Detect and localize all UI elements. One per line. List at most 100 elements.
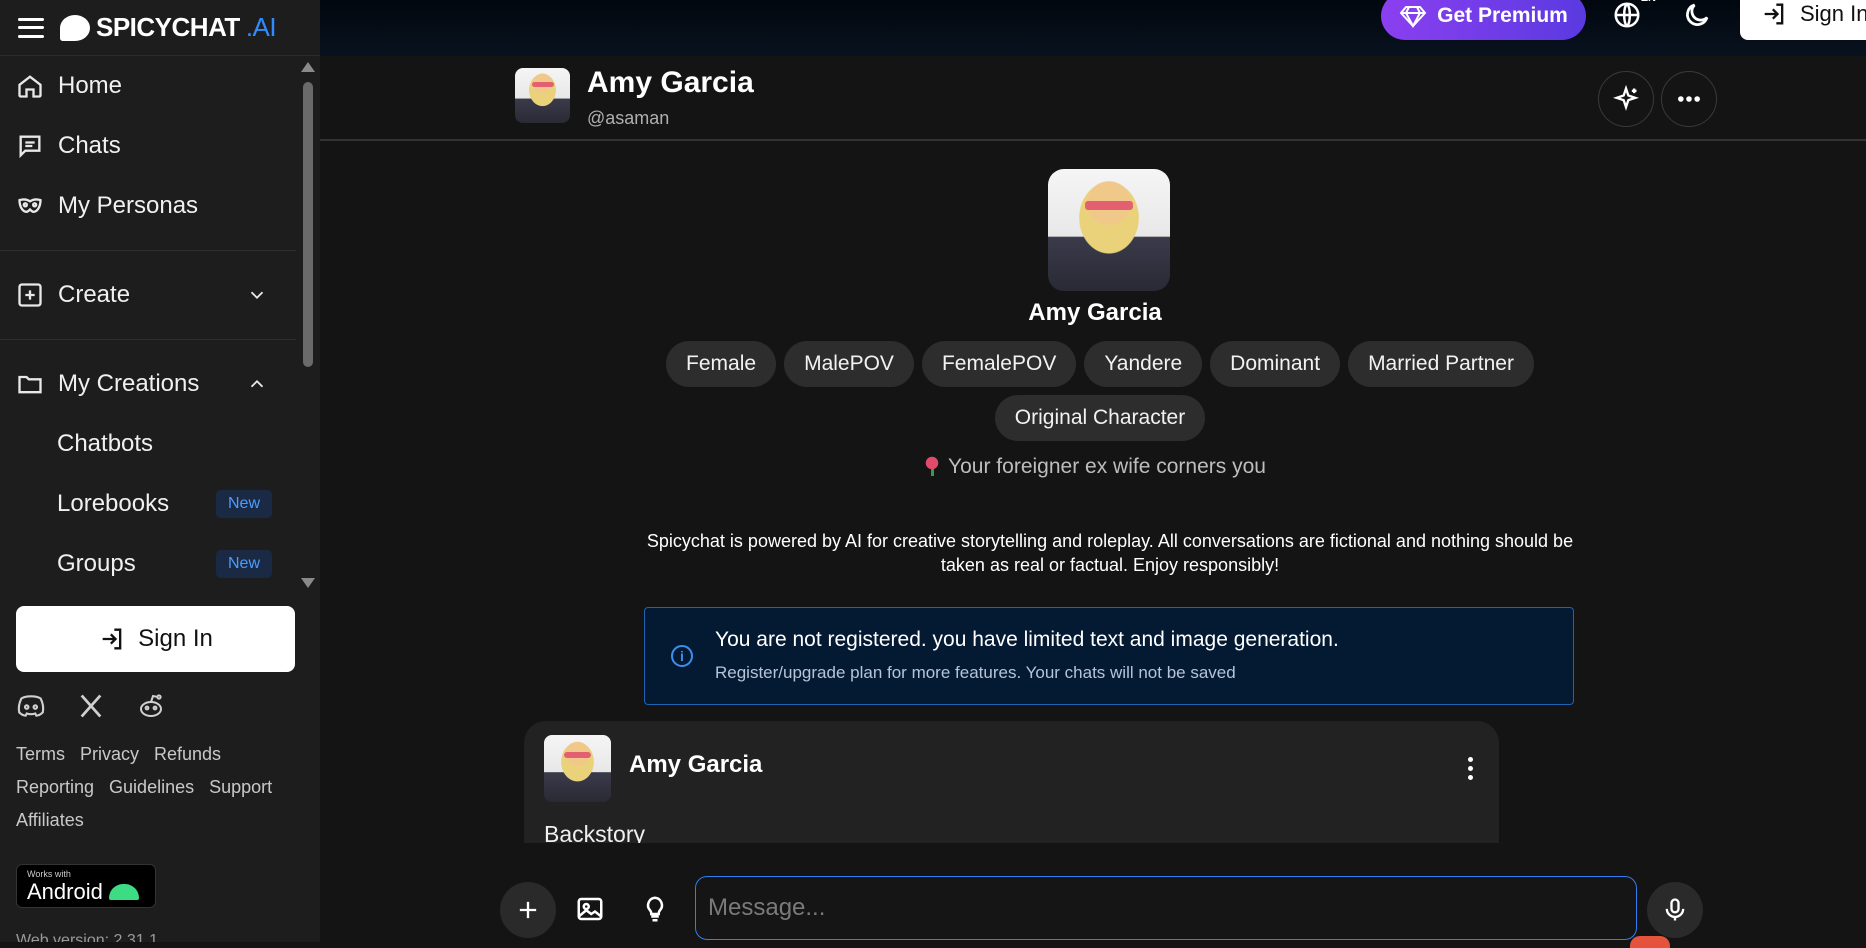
- diamond-icon: [1399, 6, 1427, 29]
- chevron-up-icon[interactable]: [246, 373, 268, 395]
- social-links: [16, 692, 166, 720]
- language-code: EN: [1641, 0, 1656, 4]
- mask-icon: [18, 198, 42, 214]
- creator-handle[interactable]: @asaman: [587, 108, 669, 129]
- footer-link-reporting[interactable]: Reporting: [16, 777, 94, 798]
- chat-main: Amy Garcia Female MalePOV FemalePOV Yand…: [320, 143, 1866, 843]
- notice-title: You are not registered. you have limited…: [715, 628, 1339, 651]
- sign-in-label: Sign In: [138, 625, 213, 652]
- footer-link-affiliates[interactable]: Affiliates: [16, 810, 84, 831]
- sidebar-item-chatbots[interactable]: Chatbots: [0, 414, 296, 474]
- image-button[interactable]: [575, 894, 605, 929]
- get-premium-button[interactable]: Get Premium: [1381, 0, 1586, 40]
- plus-icon: [519, 901, 537, 919]
- sidebar-item-lorebooks[interactable]: Lorebooks New: [0, 474, 296, 534]
- message-card: Amy Garcia Backstory: [524, 721, 1499, 843]
- menu-icon[interactable]: [18, 17, 44, 38]
- bot-avatar[interactable]: [515, 68, 570, 123]
- footer-link-refunds[interactable]: Refunds: [154, 744, 221, 765]
- tag-list: Female MalePOV FemalePOV Yandere Dominan…: [660, 341, 1540, 441]
- scroll-up-arrow[interactable]: [301, 62, 315, 72]
- tag-chip[interactable]: MalePOV: [784, 341, 914, 387]
- sidebar-item-label: Home: [58, 72, 123, 99]
- sidebar-item-home[interactable]: Home: [0, 56, 296, 116]
- message-portrait-image: [544, 735, 611, 802]
- sign-in-label: Sign In: [1800, 1, 1866, 26]
- sidebar-item-label: Chats: [58, 132, 121, 159]
- topbar-sign-in-button[interactable]: Sign In: [1740, 0, 1866, 40]
- language-button[interactable]: EN: [1612, 0, 1656, 34]
- x-icon[interactable]: [76, 692, 106, 720]
- sidebar: SPICYCHAT .AI Home Chats My Personas Crea…: [0, 0, 320, 942]
- discord-icon[interactable]: [16, 692, 46, 720]
- microphone-icon: [1665, 898, 1685, 921]
- sign-in-icon: [102, 628, 122, 650]
- sidebar-scroll-area: Home Chats My Personas Create My Creatio…: [0, 56, 296, 590]
- message-sender-name: Amy Garcia: [629, 751, 763, 778]
- scroll-down-arrow[interactable]: [301, 578, 315, 588]
- sparkle-button[interactable]: [1598, 71, 1654, 127]
- sidebar-item-label: My Creations: [58, 370, 200, 397]
- tag-chip[interactable]: Dominant: [1210, 341, 1341, 387]
- lightbulb-icon: [646, 896, 664, 922]
- tag-chip[interactable]: Married Partner: [1348, 341, 1534, 387]
- voice-button[interactable]: [1647, 882, 1703, 938]
- tag-chip[interactable]: FemalePOV: [921, 341, 1077, 387]
- tag-chip[interactable]: Original Character: [994, 395, 1206, 441]
- tagline-text: Your foreigner ex wife corners you: [948, 455, 1266, 478]
- footer-link-support[interactable]: Support: [209, 777, 272, 798]
- android-badge[interactable]: Works with Android: [16, 864, 156, 908]
- footer-link-terms[interactable]: Terms: [16, 744, 65, 765]
- sidebar-item-my-personas[interactable]: My Personas: [0, 176, 296, 236]
- sidebar-item-label: My Personas: [58, 192, 199, 219]
- chat-icon: [19, 135, 41, 159]
- new-badge: New: [215, 550, 272, 578]
- android-badge-text: Android: [27, 879, 103, 904]
- sidebar-item-label: Groups: [57, 550, 136, 577]
- registration-notice: i You are not registered. you have limit…: [644, 607, 1574, 705]
- bot-portrait-image: [515, 68, 570, 123]
- bot-name[interactable]: Amy Garcia: [587, 66, 754, 100]
- chevron-down-icon[interactable]: [246, 284, 268, 306]
- android-badge-small-text: Works with: [27, 869, 71, 879]
- sidebar-item-chats[interactable]: Chats: [0, 116, 296, 176]
- logo-suffix: .AI: [245, 12, 277, 42]
- logo-row: SPICYCHAT .AI: [0, 0, 320, 56]
- sidebar-sign-in-button[interactable]: Sign In: [16, 606, 295, 672]
- web-version: Web version: 2.31.1: [16, 932, 159, 942]
- sidebar-item-groups[interactable]: Groups New: [0, 534, 296, 590]
- theme-toggle-button[interactable]: [1682, 0, 1712, 35]
- sparkle-icon: [1612, 85, 1640, 111]
- sign-in-icon: [1764, 3, 1784, 25]
- profile-tagline: Your foreigner ex wife corners you: [320, 455, 1866, 479]
- message-input[interactable]: [695, 876, 1637, 940]
- logo-bubble-icon: [60, 14, 90, 41]
- add-button[interactable]: [500, 882, 556, 938]
- sidebar-scrollbar[interactable]: [300, 60, 316, 590]
- logo-text: SPICYCHAT: [96, 12, 240, 42]
- tag-chip[interactable]: Female: [666, 341, 777, 387]
- more-horizontal-icon: [1678, 96, 1700, 102]
- more-vertical-icon[interactable]: [1468, 757, 1473, 780]
- home-icon: [18, 75, 42, 98]
- folder-icon: [18, 375, 42, 394]
- divider: [0, 339, 296, 340]
- profile-avatar[interactable]: [1048, 169, 1170, 291]
- suggestion-button[interactable]: [640, 894, 670, 929]
- send-indicator[interactable]: [1630, 936, 1670, 948]
- message-avatar[interactable]: [544, 735, 611, 802]
- reddit-icon[interactable]: [136, 692, 166, 720]
- footer-link-privacy[interactable]: Privacy: [80, 744, 139, 765]
- message-composer: [320, 860, 1866, 948]
- logo[interactable]: SPICYCHAT .AI: [60, 12, 277, 43]
- footer-link-guidelines[interactable]: Guidelines: [109, 777, 194, 798]
- rose-icon: [924, 456, 941, 476]
- globe-icon: [1614, 2, 1640, 28]
- chat-header: Amy Garcia @asaman: [320, 56, 1866, 141]
- profile-portrait-image: [1048, 169, 1170, 291]
- sidebar-item-my-creations[interactable]: My Creations: [0, 354, 296, 414]
- sidebar-item-create[interactable]: Create: [0, 265, 296, 325]
- scrollbar-thumb[interactable]: [303, 82, 313, 367]
- tag-chip[interactable]: Yandere: [1084, 341, 1203, 387]
- more-options-button[interactable]: [1661, 71, 1717, 127]
